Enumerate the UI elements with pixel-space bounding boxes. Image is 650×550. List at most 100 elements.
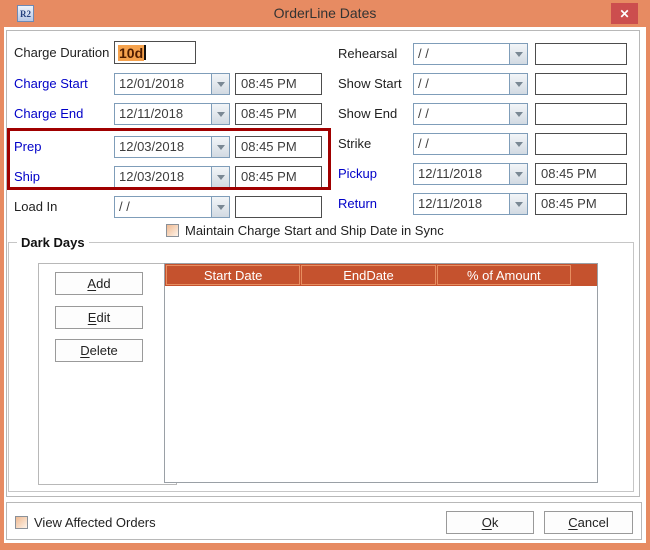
strike-date-value: / /: [414, 134, 509, 154]
edit-button-label: dit: [96, 310, 110, 325]
ship-time-input[interactable]: 08:45 PM: [235, 166, 322, 188]
delete-button-label: elete: [90, 343, 118, 358]
load-in-date-value: / /: [115, 197, 211, 217]
ok-button[interactable]: Ok: [446, 511, 534, 534]
strike-time-input[interactable]: [535, 133, 627, 155]
chevron-down-icon: [515, 172, 523, 177]
window-title: OrderLine Dates: [0, 5, 650, 21]
cancel-button-label: ancel: [578, 515, 609, 530]
show-end-label: Show End: [338, 103, 397, 125]
strike-date-combobox[interactable]: / /: [413, 133, 528, 155]
orderline-dates-dialog: R2 OrderLine Dates ✕ Charge Duration 10d…: [0, 0, 650, 550]
edit-button[interactable]: Edit: [55, 306, 143, 329]
prep-dropdown-button[interactable]: [211, 137, 229, 157]
add-button-label: dd: [96, 276, 110, 291]
table-header-row: Start Date EndDate % of Amount: [165, 264, 597, 286]
rehearsal-dropdown-button[interactable]: [509, 44, 527, 64]
return-time-input[interactable]: 08:45 PM: [535, 193, 627, 215]
delete-button-mnemonic: D: [80, 343, 89, 358]
return-dropdown-button[interactable]: [509, 194, 527, 214]
charge-start-time-input[interactable]: 08:45 PM: [235, 73, 322, 95]
ship-date-value: 12/03/2018: [115, 167, 211, 187]
pickup-time-input[interactable]: 08:45 PM: [535, 163, 627, 185]
chevron-down-icon: [217, 112, 225, 117]
view-affected-orders-row: View Affected Orders: [15, 514, 156, 530]
return-date-combobox[interactable]: 12/11/2018: [413, 193, 528, 215]
dark-days-button-panel: Add Edit Delete: [38, 263, 177, 485]
show-start-dropdown-button[interactable]: [509, 74, 527, 94]
title-bar: R2 OrderLine Dates ✕: [0, 0, 650, 27]
delete-button[interactable]: Delete: [55, 339, 143, 362]
selected-text: 10d: [118, 45, 144, 61]
table-body: [165, 286, 597, 482]
rehearsal-date-combobox[interactable]: / /: [413, 43, 528, 65]
view-affected-orders-label: View Affected Orders: [34, 515, 156, 530]
chevron-down-icon: [515, 142, 523, 147]
cancel-button[interactable]: Cancel: [544, 511, 633, 534]
cancel-button-mnemonic: C: [568, 515, 577, 530]
ship-dropdown-button[interactable]: [211, 167, 229, 187]
load-in-dropdown-button[interactable]: [211, 197, 229, 217]
charge-end-dropdown-button[interactable]: [211, 104, 229, 124]
show-start-time-input[interactable]: [535, 73, 627, 95]
sync-checkbox-label: Maintain Charge Start and Ship Date in S…: [185, 223, 444, 238]
add-button-mnemonic: A: [87, 276, 96, 291]
column-header-percent-of-amount[interactable]: % of Amount: [437, 265, 571, 285]
charge-start-dropdown-button[interactable]: [211, 74, 229, 94]
ship-label: Ship: [14, 166, 40, 188]
charge-end-label: Charge End: [14, 103, 83, 125]
charge-end-time-input[interactable]: 08:45 PM: [235, 103, 322, 125]
show-start-label: Show Start: [338, 73, 402, 95]
strike-dropdown-button[interactable]: [509, 134, 527, 154]
pickup-date-combobox[interactable]: 12/11/2018: [413, 163, 528, 185]
charge-start-date-combobox[interactable]: 12/01/2018: [114, 73, 230, 95]
sync-checkbox-row: Maintain Charge Start and Ship Date in S…: [166, 222, 444, 238]
show-start-date-value: / /: [414, 74, 509, 94]
load-in-time-input[interactable]: [235, 196, 322, 218]
dark-days-group: Dark Days Add Edit Delete Start Date End…: [8, 242, 634, 492]
column-header-filler: [572, 265, 596, 285]
charge-duration-input[interactable]: 10d: [114, 41, 196, 64]
chevron-down-icon: [515, 112, 523, 117]
text-cursor: [144, 45, 146, 60]
rehearsal-time-input[interactable]: [535, 43, 627, 65]
dialog-client-area: Charge Duration 10d Charge Start 12/01/2…: [4, 27, 646, 543]
close-button[interactable]: ✕: [611, 3, 638, 24]
rehearsal-date-value: / /: [414, 44, 509, 64]
column-header-start-date[interactable]: Start Date: [166, 265, 300, 285]
prep-time-input[interactable]: 08:45 PM: [235, 136, 322, 158]
charge-duration-label: Charge Duration: [14, 42, 109, 64]
show-start-date-combobox[interactable]: / /: [413, 73, 528, 95]
ok-button-mnemonic: O: [482, 515, 492, 530]
show-end-date-value: / /: [414, 104, 509, 124]
dark-days-title: Dark Days: [17, 235, 89, 250]
load-in-label: Load In: [14, 196, 57, 218]
sync-checkbox[interactable]: [166, 224, 179, 237]
show-end-dropdown-button[interactable]: [509, 104, 527, 124]
strike-label: Strike: [338, 133, 371, 155]
chevron-down-icon: [217, 205, 225, 210]
pickup-label: Pickup: [338, 163, 377, 185]
charge-start-label: Charge Start: [14, 73, 88, 95]
ship-date-combobox[interactable]: 12/03/2018: [114, 166, 230, 188]
ok-button-label: k: [492, 515, 499, 530]
pickup-dropdown-button[interactable]: [509, 164, 527, 184]
column-header-end-date[interactable]: EndDate: [301, 265, 435, 285]
prep-date-combobox[interactable]: 12/03/2018: [114, 136, 230, 158]
view-affected-orders-checkbox[interactable]: [15, 516, 28, 529]
chevron-down-icon: [515, 82, 523, 87]
show-end-date-combobox[interactable]: / /: [413, 103, 528, 125]
charge-start-date-value: 12/01/2018: [115, 74, 211, 94]
chevron-down-icon: [217, 82, 225, 87]
rehearsal-label: Rehearsal: [338, 43, 397, 65]
show-end-time-input[interactable]: [535, 103, 627, 125]
charge-end-date-combobox[interactable]: 12/11/2018: [114, 103, 230, 125]
prep-date-value: 12/03/2018: [115, 137, 211, 157]
add-button[interactable]: Add: [55, 272, 143, 295]
chevron-down-icon: [217, 175, 225, 180]
chevron-down-icon: [515, 202, 523, 207]
prep-label: Prep: [14, 136, 41, 158]
pickup-date-value: 12/11/2018: [414, 164, 509, 184]
chevron-down-icon: [515, 52, 523, 57]
load-in-date-combobox[interactable]: / /: [114, 196, 230, 218]
